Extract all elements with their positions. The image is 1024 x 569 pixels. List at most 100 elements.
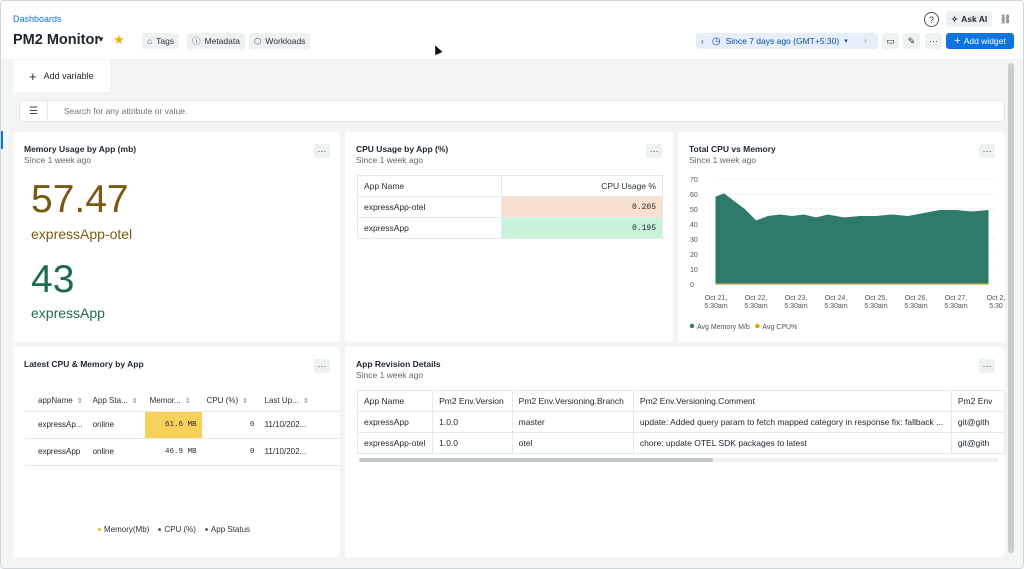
cpu-value-cell: 0.205 <box>501 196 663 218</box>
link-icon[interactable]: ⛓ <box>998 12 1013 27</box>
column-header[interactable]: App Name <box>356 390 434 412</box>
widget-menu-icon[interactable]: ··· <box>979 359 995 373</box>
ask-ai-label: Ask AI <box>961 14 988 24</box>
column-header-label: CPU (%) <box>206 395 239 405</box>
page-title[interactable]: PM2 Monitor <box>13 32 100 48</box>
legend-item[interactable]: Memory(Mb) <box>98 525 149 534</box>
column-header-label: Last Up... <box>264 395 299 405</box>
chevron-left-icon[interactable]: ‹ <box>696 36 709 46</box>
sort-icon: ⇕ <box>76 397 83 405</box>
x-tick-label: Oct 2, <box>987 295 1005 302</box>
x-tick-label: Oct 26, <box>905 295 928 302</box>
column-header-label: appName <box>38 395 73 405</box>
table-row[interactable]: expressAp... online 61.6 MB 0 11/10/202.… <box>25 411 340 439</box>
table-header-row: App Name Pm2 Env.Version Pm2 Env.Version… <box>356 390 1005 412</box>
widget-menu-icon[interactable]: ··· <box>314 359 330 373</box>
billboard-label: expressApp-otel <box>31 226 133 242</box>
column-header[interactable]: Pm2 Env <box>950 390 1005 412</box>
column-header[interactable]: Pm2 Env.Version <box>432 390 513 412</box>
table-row[interactable]: expressApp-otel 1.0.0 otel chore: update… <box>356 432 1005 454</box>
repo-cell: git@gith <box>950 432 1005 454</box>
billboard-value: 57.47 <box>31 178 129 221</box>
sort-icon: ⇕ <box>131 397 138 405</box>
x-tick-label: 5:30am <box>864 303 888 310</box>
table-row[interactable]: expressApp-otel 0.205 <box>357 196 663 218</box>
search-input[interactable]: Search for any attribute or value. <box>64 106 187 116</box>
repo-cell: git@gith <box>950 411 1005 433</box>
x-tick-label: Oct 22, <box>745 295 768 302</box>
metadata-label: Metadata <box>204 36 240 46</box>
x-tick-label: Oct 25, <box>865 295 888 302</box>
y-tick-label: 0 <box>690 282 694 289</box>
column-header[interactable]: Last Up... ⇕ <box>259 390 340 412</box>
sort-icon: ⇕ <box>242 397 248 405</box>
legend-label: Avg CPU% <box>762 324 797 331</box>
tags-button[interactable]: ⌂ Tags <box>142 33 180 49</box>
ask-ai-button[interactable]: ✧ Ask AI <box>946 11 993 27</box>
chevron-down-icon[interactable]: ▼ <box>97 35 105 44</box>
chevron-down-icon[interactable]: ▾ <box>844 37 848 45</box>
memory-widget: Memory Usage by App (mb) Since 1 week ag… <box>13 132 340 342</box>
widget-menu-icon[interactable]: ··· <box>314 144 330 158</box>
metadata-button[interactable]: ⓘ Metadata <box>187 33 245 49</box>
legend-item[interactable]: CPU (%) <box>158 525 196 534</box>
x-tick-label: Oct 21, <box>705 295 728 302</box>
chevron-right-icon[interactable]: › <box>864 35 867 45</box>
y-tick-label: 10 <box>690 267 698 274</box>
table-row[interactable]: expressApp 0.195 <box>357 217 663 239</box>
column-header[interactable]: Pm2 Env.Versioning.Branch <box>511 390 634 412</box>
cpu-widget: CPU Usage by App (%) Since 1 week ago ··… <box>345 132 673 342</box>
cpu-cell: 0 <box>201 411 260 439</box>
legend-item[interactable]: App Status <box>204 525 251 534</box>
x-tick-label: 5:30am <box>704 303 728 310</box>
column-header[interactable]: App Name <box>357 175 502 197</box>
widget-title: Memory Usage by App (mb) <box>24 144 137 154</box>
legend-label: App Status <box>210 525 251 534</box>
version-cell: 1.0.0 <box>432 411 513 433</box>
header: Dashboards PM2 Monitor ▼ ★ ⌂ Tags ⓘ Meta… <box>1 1 1023 59</box>
column-header[interactable]: CPU (%) ⇕ <box>201 390 260 412</box>
filter-icon[interactable]: ☰ <box>20 101 48 121</box>
widget-subtitle: Since 1 week ago <box>24 155 92 165</box>
column-header[interactable]: Pm2 Env.Versioning.Comment <box>632 390 952 412</box>
widget-subtitle: Since 1 week ago <box>356 370 424 380</box>
table-row[interactable]: expressApp 1.0.0 master update: Added qu… <box>356 411 1005 433</box>
column-header[interactable]: appName ⇕ <box>25 390 88 412</box>
breadcrumb[interactable]: Dashboards <box>13 14 62 24</box>
add-widget-button[interactable]: + Add widget <box>946 33 1014 49</box>
column-header[interactable]: CPU Usage % <box>501 175 663 197</box>
column-header[interactable]: Memor... ⇕ <box>144 390 202 412</box>
column-header[interactable]: App Sta... ⇕ <box>87 390 145 412</box>
add-variable-button[interactable]: + Add variable <box>13 60 110 92</box>
widget-subtitle: Since 1 week ago <box>356 155 424 165</box>
scrollbar-thumb[interactable] <box>1008 63 1014 553</box>
horizontal-scrollbar[interactable] <box>359 458 999 462</box>
x-tick-label: Oct 27, <box>945 295 968 302</box>
more-icon[interactable]: ··· <box>925 33 942 49</box>
workloads-button[interactable]: ⬡ Workloads <box>249 33 311 49</box>
column-header-label: App Sta... <box>92 395 128 405</box>
star-icon[interactable]: ★ <box>113 32 125 48</box>
last-updated-cell: 11/10/202... <box>259 438 340 466</box>
vertical-scrollbar[interactable] <box>1008 63 1014 553</box>
table-row[interactable]: expressApp online 46.9 MB 0 11/10/202... <box>25 438 340 466</box>
y-tick-label: 50 <box>690 207 698 214</box>
add-widget-label: Add widget <box>963 36 1006 46</box>
app-name-cell: expressApp <box>356 411 434 433</box>
x-tick-label: 5:30am <box>904 303 928 310</box>
table-header-row: App Name CPU Usage % <box>357 175 663 197</box>
plus-icon: + <box>29 68 37 84</box>
time-range-label: Since 7 days ago (GMT+5:30) <box>725 36 840 46</box>
legend-dot <box>158 528 162 532</box>
legend-label: Memory(Mb) <box>104 525 150 534</box>
filter-bar[interactable]: ☰ Search for any attribute or value. <box>19 100 1005 122</box>
tv-mode-icon[interactable]: ▭ <box>882 33 899 49</box>
widget-menu-icon[interactable]: ··· <box>646 144 662 158</box>
cpu-value-cell: 0.195 <box>501 217 663 239</box>
branch-cell: otel <box>511 432 634 454</box>
time-picker[interactable]: ‹ ◷ Since 7 days ago (GMT+5:30) ▾ <box>696 33 878 49</box>
scrollbar-thumb[interactable] <box>359 458 713 462</box>
help-icon[interactable]: ? <box>924 12 939 27</box>
area-chart[interactable]: 010203040506070Oct 21,5:30amOct 22,5:30a… <box>678 132 1005 342</box>
edit-icon[interactable]: ✎ <box>903 33 920 49</box>
